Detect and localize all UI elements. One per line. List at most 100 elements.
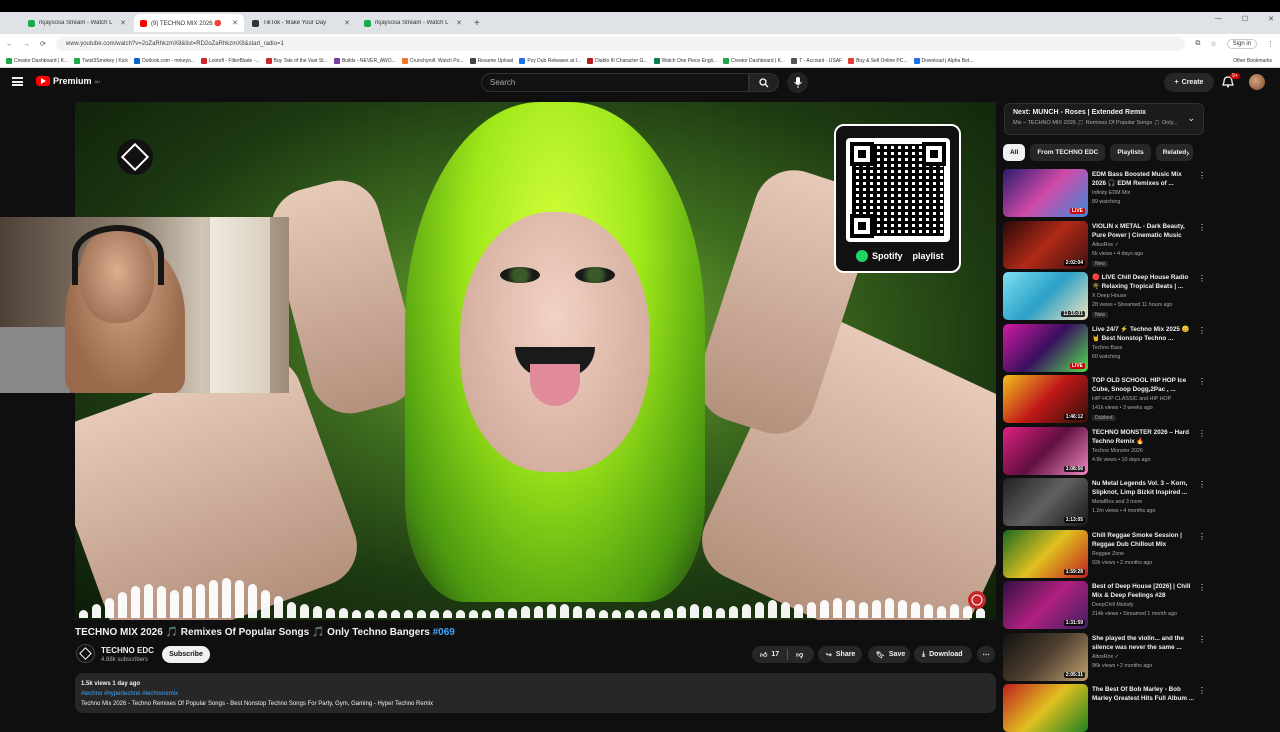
video-thumbnail[interactable] (1003, 684, 1088, 732)
hamburger-menu-icon[interactable] (12, 77, 23, 86)
new-tab-icon[interactable]: + (470, 18, 484, 29)
chip-playlists[interactable]: Playlists (1110, 144, 1151, 161)
video-thumbnail[interactable]: 2:02:04 (1003, 220, 1088, 269)
like-button[interactable]: 👍︎ 17 (760, 650, 779, 659)
qr-code (846, 138, 950, 242)
download-button[interactable]: ⤓ Download (914, 646, 972, 663)
other-bookmarks[interactable]: Other Bookmarks (1233, 58, 1280, 64)
video-thumbnail[interactable]: 1:08:56 (1003, 426, 1088, 475)
recommendation-item[interactable]: 2:05:31 She played the violin... and the … (1003, 632, 1208, 681)
recommendation-item[interactable]: LIVE EDM Bass Boosted Music Mix 2026 🎧 ED… (1003, 169, 1208, 217)
close-window-icon[interactable]: ✕ (1268, 15, 1274, 23)
bookmark-item[interactable]: Resume Upload (469, 57, 513, 64)
close-tab-icon[interactable]: ✕ (344, 19, 350, 27)
bookmark-item[interactable]: Creator Dashboard | K... (6, 57, 68, 64)
video-thumbnail[interactable]: 1:59:28 (1003, 529, 1088, 578)
browser-tab[interactable]: rkjaysosa Stream - Watch L ✕ (22, 14, 132, 32)
url-field[interactable]: www.youtube.com/watch?v=2oZaRhkzmX8&list… (55, 37, 1186, 51)
more-vertical-icon[interactable]: ⋮ (1198, 532, 1206, 541)
recommendation-item[interactable]: LIVE Live 24/7 ⚡ Techno Mix 2025 😊 🤘 Best… (1003, 323, 1208, 372)
browser-tab-strip: rkjaysosa Stream - Watch L ✕ (9) TECHNO M… (0, 12, 1280, 34)
recommendation-item[interactable]: 1:46:12 TOP OLD SCHOOL HIP HOP Ice Cube, … (1003, 375, 1208, 423)
channel-avatar[interactable] (76, 644, 95, 663)
visualizer-bar (404, 610, 413, 618)
video-thumbnail[interactable]: 1:46:12 (1003, 375, 1088, 423)
browser-tab-active[interactable]: (9) TECHNO MIX 2026 🔴 ✕ (134, 14, 244, 32)
bookmark-item[interactable]: Psy Dub Releases at I... (519, 57, 581, 64)
share-button[interactable]: ↪ Share (818, 646, 862, 663)
bookmark-star-icon[interactable]: ☆ (1210, 40, 1216, 48)
browser-tab[interactable]: rkjaysosa Stream - Watch L ✕ (358, 14, 468, 32)
save-button[interactable]: 🔖︎ Save (868, 646, 910, 663)
bookmark-item[interactable]: Outlook.com - mrkeyo... (133, 57, 195, 64)
video-thumbnail[interactable]: LIVE (1003, 169, 1088, 217)
thumbs-down-icon[interactable]: 👎︎ (796, 650, 803, 659)
bookmark-item[interactable]: Creator Dashboard | K... (723, 57, 785, 64)
recommendation-item[interactable]: The Best Of Bob Marley - Bob Marley Grea… (1003, 684, 1208, 732)
video-thumbnail[interactable]: 11:15:01 (1003, 272, 1088, 320)
video-title-hashtag[interactable]: #069 (433, 627, 455, 638)
more-actions-button[interactable]: ⋯ (977, 646, 995, 663)
description-box[interactable]: 1.5k views 1 day ago #techno #hypertechn… (75, 673, 996, 713)
more-vertical-icon[interactable]: ⋮ (1198, 377, 1206, 386)
search-input[interactable]: Search (481, 73, 749, 92)
subscribe-button[interactable]: Subscribe (162, 646, 210, 663)
more-vertical-icon[interactable]: ⋮ (1198, 480, 1206, 489)
back-arrow-icon[interactable]: ← (6, 41, 13, 48)
more-vertical-icon[interactable]: ⋮ (1198, 635, 1206, 644)
bookmark-item[interactable]: Builds - NEVER_AWO... (333, 57, 396, 64)
youtube-premium-logo[interactable]: Premium AU (36, 76, 100, 86)
recommendation-item[interactable]: 2:02:04 VIOLIN x METAL - Dark Beauty, Pur… (1003, 220, 1208, 269)
close-tab-icon[interactable]: ✕ (456, 19, 462, 27)
bookmark-item[interactable]: Download | Alpha Bet... (913, 57, 973, 64)
channel-watermark-icon[interactable] (967, 590, 987, 610)
chip-from-channel[interactable]: From TECHNO EDC (1030, 144, 1106, 161)
sign-in-button[interactable]: Sign in (1226, 39, 1257, 49)
channel-name[interactable]: TECHNO EDC (101, 646, 154, 655)
reload-icon[interactable]: ⟳ (40, 40, 46, 48)
bookmark-item[interactable]: Buy Tale of the Vast St... (265, 57, 328, 64)
account-avatar[interactable] (1249, 74, 1265, 90)
recommendation-item[interactable]: 11:15:01 🔴 LIVE Chill Deep House Radio 🌴 … (1003, 272, 1208, 320)
more-vertical-icon[interactable]: ⋮ (1198, 274, 1206, 283)
create-button[interactable]: + Create (1164, 73, 1214, 92)
maximize-icon[interactable]: ☐ (1242, 15, 1248, 23)
description-hashtags[interactable]: #techno #hypertechno #technoremix (81, 689, 990, 699)
more-vertical-icon[interactable]: ⋮ (1198, 583, 1206, 592)
voice-search-button[interactable] (787, 72, 808, 93)
bookmark-item[interactable]: Watch One Piece Engli... (653, 57, 717, 64)
bookmark-item[interactable]: T - Account - USAF (791, 57, 842, 64)
minimize-icon[interactable]: — (1215, 15, 1222, 23)
bookmark-item[interactable]: Twist3Smokey | Kick (74, 57, 128, 64)
browser-menu-icon[interactable]: ⋮ (1267, 40, 1274, 48)
more-vertical-icon[interactable]: ⋮ (1198, 171, 1206, 180)
more-vertical-icon[interactable]: ⋮ (1198, 686, 1206, 695)
close-tab-icon[interactable]: ✕ (120, 19, 126, 27)
more-vertical-icon[interactable]: ⋮ (1198, 326, 1206, 335)
recommendation-item[interactable]: 1:08:56 TECHNO MONSTER 2026 – Hard Techno… (1003, 426, 1208, 475)
extensions-icon[interactable]: ⧉ (1195, 40, 1200, 48)
more-vertical-icon[interactable]: ⋮ (1198, 223, 1206, 232)
more-vertical-icon[interactable]: ⋮ (1198, 429, 1206, 438)
chip-all[interactable]: All (1003, 144, 1026, 161)
recommendation-item[interactable]: 1:13:05 Nu Metal Legends Vol. 3 – Korn, S… (1003, 478, 1208, 526)
video-thumbnail[interactable]: 1:13:05 (1003, 478, 1088, 526)
up-next-panel[interactable]: Next: MÜNCH - Roses | Extended Remix Mix… (1004, 103, 1204, 135)
browser-tab[interactable]: TikTok - Make Your Day ✕ (246, 14, 356, 32)
forward-arrow-icon[interactable]: → (23, 41, 30, 48)
spotify-caption: Spotify playlist (856, 250, 944, 262)
search-button[interactable] (749, 73, 779, 92)
bookmark-item[interactable]: Diablo III Character G... (587, 57, 648, 64)
video-thumbnail[interactable]: 1:31:59 (1003, 581, 1088, 629)
recommendation-item[interactable]: 1:59:28 Chill Reggae Smoke Session | Regg… (1003, 529, 1208, 578)
video-thumbnail[interactable]: LIVE (1003, 323, 1088, 372)
video-thumbnail[interactable]: 2:05:31 (1003, 632, 1088, 681)
bookmark-item[interactable]: Lootofl - FilterBlade -... (200, 57, 260, 64)
chevron-down-icon[interactable]: ⌄ (1187, 113, 1195, 124)
visualizer-bar (144, 584, 153, 618)
chevron-right-icon[interactable]: › (1186, 148, 1189, 159)
bookmark-item[interactable]: Crunchyroll: Watch Po... (401, 57, 464, 64)
close-tab-icon[interactable]: ✕ (232, 19, 238, 27)
bookmark-item[interactable]: Buy & Sell Online PC... (848, 57, 908, 64)
recommendation-item[interactable]: 1:31:59 Best of Deep House [2026] | Chill… (1003, 581, 1208, 629)
